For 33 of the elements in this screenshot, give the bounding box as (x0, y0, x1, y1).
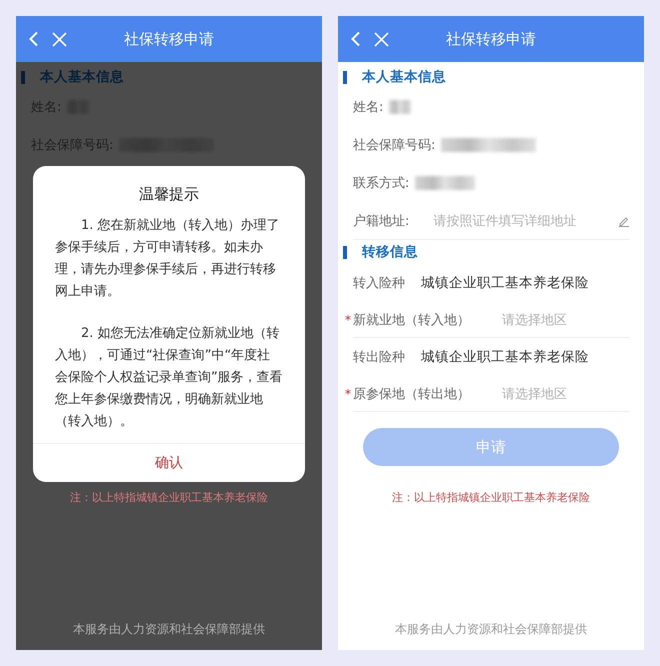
required-mark: * (345, 386, 351, 400)
field-value: 城镇企业职工基本养老保险 (421, 274, 589, 292)
footer-text: 本服务由人力资源和社会保障部提供 (394, 621, 588, 638)
screen-title: 社保转移申请 (446, 30, 536, 48)
field-value: 城镇企业职工基本养老保险 (421, 348, 589, 366)
field-label: 社会保障号码: (353, 137, 436, 154)
field-label: 原参保地（转出地） (353, 386, 470, 402)
field-label: 转入险种 (353, 274, 405, 292)
section-title: 本人基本信息 (40, 68, 124, 86)
confirm-button[interactable]: 确认 (33, 444, 305, 482)
dialog-title: 温馨提示 (138, 184, 200, 205)
back-icon[interactable] (350, 31, 362, 47)
close-icon[interactable] (374, 32, 389, 46)
address-field[interactable]: 请按照证件填写详细地址 (433, 212, 618, 230)
required-mark: * (345, 312, 351, 326)
section-title: 本人基本信息 (362, 68, 446, 86)
dialog-text: 2. 如您无法准确定位新就业地（转入地），可通过“社保查询”中“年度社会保险个人权益记录单查询”服务，查看您上年参保缴费情况，明确新就业地（转入地）。 (54, 325, 284, 431)
section-title: 转移信息 (362, 243, 418, 261)
back-icon[interactable] (28, 31, 40, 47)
edit-icon[interactable] (618, 215, 630, 227)
region-picker[interactable]: 请选择地区 (502, 310, 567, 328)
close-icon[interactable] (52, 32, 67, 46)
note-text: 注：以上特指城镇企业职工基本养老保险 (391, 490, 591, 505)
dialog-text: 1. 您在新就业地（转入地）办理了参保手续后，方可申请转移。如未办理，请先办理参保手续后，再进行转移网上申请。 (54, 217, 281, 301)
field-label: 户籍地址: (353, 213, 410, 230)
region-picker[interactable]: 请选择地区 (502, 384, 567, 402)
screen-title: 社保转移申请 (124, 30, 214, 48)
field-label: 新就业地（转入地） (353, 312, 470, 328)
field-label: 姓名: (353, 99, 384, 116)
field-label: 转出险种 (353, 348, 405, 366)
footer-text: 本服务由人力资源和社会保障部提供 (72, 621, 266, 638)
note-text: 注：以上特指城镇企业职工基本养老保险 (69, 490, 269, 505)
field-label: 联系方式: (353, 175, 410, 192)
